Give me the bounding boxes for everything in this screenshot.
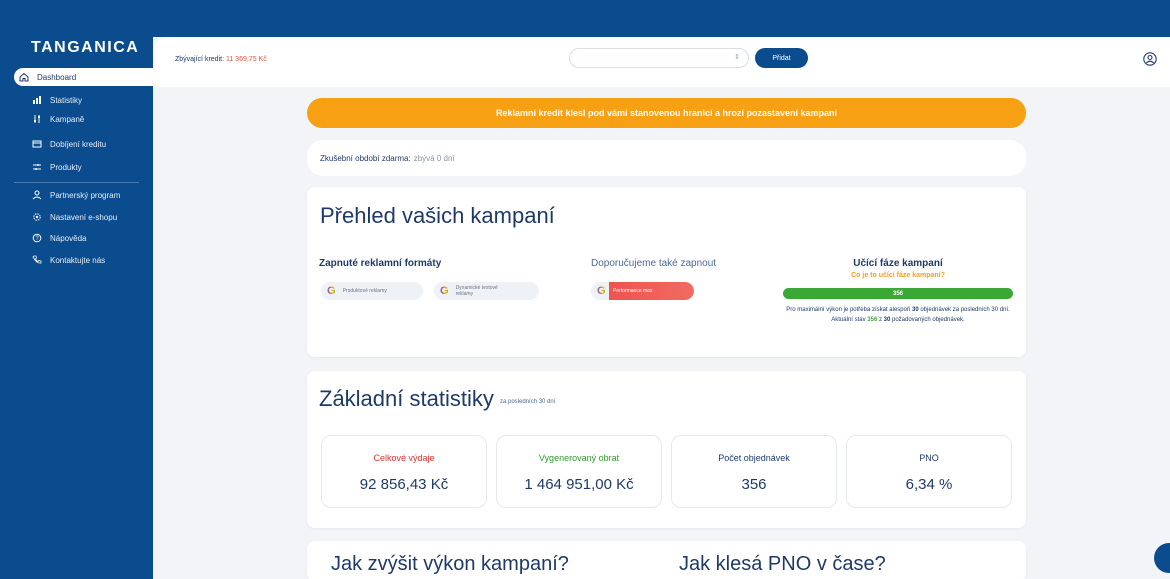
top-band (0, 0, 1170, 37)
pno-over-time-title: Jak klesá PNO v čase? (679, 553, 886, 575)
partner-icon (31, 189, 43, 201)
trial-value: zbývá 0 dní (413, 153, 455, 163)
sidebar-item-partner[interactable]: Partnerský program (14, 186, 153, 204)
sidebar-item-products[interactable]: Produkty (14, 158, 153, 176)
sidebar-divider (14, 182, 139, 183)
credit-card-icon (31, 138, 43, 150)
improve-performance-title: Jak zvýšit výkon kampaní? (331, 553, 569, 575)
learning-text: z (878, 317, 882, 323)
sidebar-item-eshop-settings[interactable]: Nastavení e-shopu (14, 208, 153, 226)
performance-max-label: Performance max (609, 282, 694, 300)
sliders-icon (31, 113, 43, 125)
sidebar-item-label: Kontaktujte nás (50, 255, 106, 265)
format-pill-dynamic-text-ads[interactable]: G Dynamické textové reklamy (434, 282, 539, 300)
gear-icon (31, 211, 43, 223)
low-credit-alert: Reklamní kredit klesl pod vámi stanoveno… (307, 98, 1026, 128)
chat-widget-icon[interactable] (1154, 543, 1170, 573)
home-icon (18, 71, 30, 83)
learning-current-count: 356 (867, 317, 878, 323)
stat-label: PNO (919, 453, 939, 463)
stat-orders: Počet objednávek 356 (671, 435, 837, 508)
stat-value: 6,34 % (905, 476, 953, 493)
format-label: Produktové reklamy (342, 288, 387, 294)
google-icon: G (327, 285, 336, 297)
app-logo[interactable]: TANGANICA (31, 39, 139, 57)
sidebar-item-label: Statistiky (50, 95, 83, 105)
format-pill-performance-max[interactable]: G Performance max (591, 282, 694, 300)
remaining-credit: Zbývající kredit: 11 369,75 Kč (175, 56, 267, 63)
recommend-title: Doporučujeme také zapnout (591, 258, 717, 269)
stat-total-spend: Celkové výdaje 92 856,43 Kč (321, 435, 487, 508)
learning-text: Pro maximální výkon je potřeba získat al… (786, 307, 911, 313)
sidebar-item-campaigns[interactable]: Kampaně (14, 110, 153, 128)
credit-label: Zbývající kredit: (175, 56, 225, 63)
stat-value: 1 464 951,00 Kč (524, 476, 634, 493)
format-pill-product-ads[interactable]: G Produktové reklamy (321, 282, 423, 300)
learning-text: požadovaných objednávek. (892, 317, 965, 323)
learning-phase-link[interactable]: Co je to učící fáze kampaní? (783, 272, 1013, 279)
sidebar-item-label: Dashboard (37, 72, 77, 82)
user-account-icon[interactable] (1143, 52, 1157, 66)
overview-title: Přehled vašich kampaní (320, 203, 555, 228)
stat-label: Celkové výdaje (373, 453, 435, 463)
add-eshop-button[interactable]: Přidat (755, 48, 808, 68)
google-icon: G (440, 285, 449, 297)
learning-target-count: 30 (883, 317, 891, 323)
enabled-formats-title: Zapnuté reklamní formáty (319, 258, 442, 269)
stat-label: Počet objednávek (718, 453, 790, 463)
sidebar-item-contact[interactable]: Kontaktujte nás (14, 251, 153, 269)
learning-required-count: 30 (911, 307, 919, 313)
sidebar-item-label: Kampaně (50, 114, 85, 124)
stats-title: Základní statistiky (319, 386, 494, 411)
sidebar-item-label: Dobíjení kreditu (50, 139, 107, 149)
sidebar-item-label: Produkty (50, 162, 82, 172)
help-icon: ? (31, 232, 43, 244)
stat-pno: PNO 6,34 % (846, 435, 1012, 508)
google-icon: G (597, 285, 606, 297)
sidebar-item-label: Nastavení e-shopu (50, 212, 118, 222)
bar-chart-icon (31, 94, 43, 106)
stat-label: Vygenerovaný obrat (538, 453, 620, 463)
format-label: Dynamické textové reklamy (455, 285, 498, 297)
stat-revenue: Vygenerovaný obrat 1 464 951,00 Kč (496, 435, 662, 508)
filter-icon (31, 161, 43, 173)
sidebar-item-dashboard[interactable]: Dashboard (14, 68, 153, 86)
credit-amount: 11 369,75 Kč (225, 56, 267, 63)
stat-value: 356 (741, 476, 767, 493)
sidebar-item-help[interactable]: ? Nápověda (14, 229, 153, 247)
learning-phase-title: Učící fáze kampaní (853, 258, 943, 269)
trial-banner: Zkušební období zdarma: zbývá 0 dní (307, 140, 1026, 176)
stats-period: za posledních 30 dní (500, 399, 556, 405)
sidebar-item-statistics[interactable]: Statistiky (14, 91, 153, 109)
sidebar-item-label: Nápověda (50, 233, 87, 243)
phone-icon (31, 254, 43, 266)
sidebar-item-credit[interactable]: Dobíjení kreditu (14, 135, 153, 153)
learning-phase-description: Pro maximální výkon je potřeba získat al… (783, 305, 1013, 325)
trial-label: Zkušební období zdarma: (320, 153, 411, 163)
chevron-updown-icon: ⇕ (734, 54, 740, 61)
sidebar-item-label: Partnerský program (50, 190, 121, 200)
stat-value: 92 856,43 Kč (359, 476, 449, 493)
learning-progress-bar: 356 (783, 288, 1013, 299)
eshop-select[interactable]: ⇕ (569, 48, 749, 68)
